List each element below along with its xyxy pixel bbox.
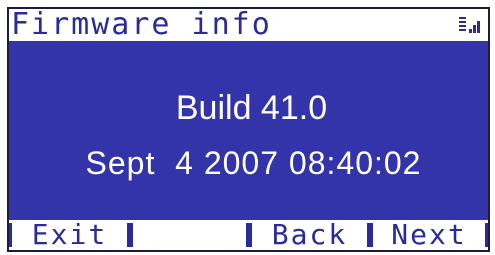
title-bar: Firmware info xyxy=(9,9,488,41)
blank-softkey[interactable] xyxy=(130,220,249,250)
build-version: Build 41.0 xyxy=(175,89,328,127)
back-softkey[interactable]: Back xyxy=(249,220,370,250)
status-icons xyxy=(459,17,480,33)
softkey-bar: Exit Back Next xyxy=(9,220,488,250)
device-screen: Firmware info Build 41.0 Sept 4 2007 08:… xyxy=(7,7,490,252)
next-softkey[interactable]: Next xyxy=(370,220,488,250)
build-date: Sept 4 2007 08:40:02 xyxy=(85,145,422,181)
menu-list-icon xyxy=(459,17,466,31)
exit-softkey[interactable]: Exit xyxy=(9,220,130,250)
signal-icon xyxy=(469,21,480,33)
firmware-info-panel: Build 41.0 Sept 4 2007 08:40:02 xyxy=(9,41,488,221)
screen-title: Firmware info xyxy=(11,7,272,42)
